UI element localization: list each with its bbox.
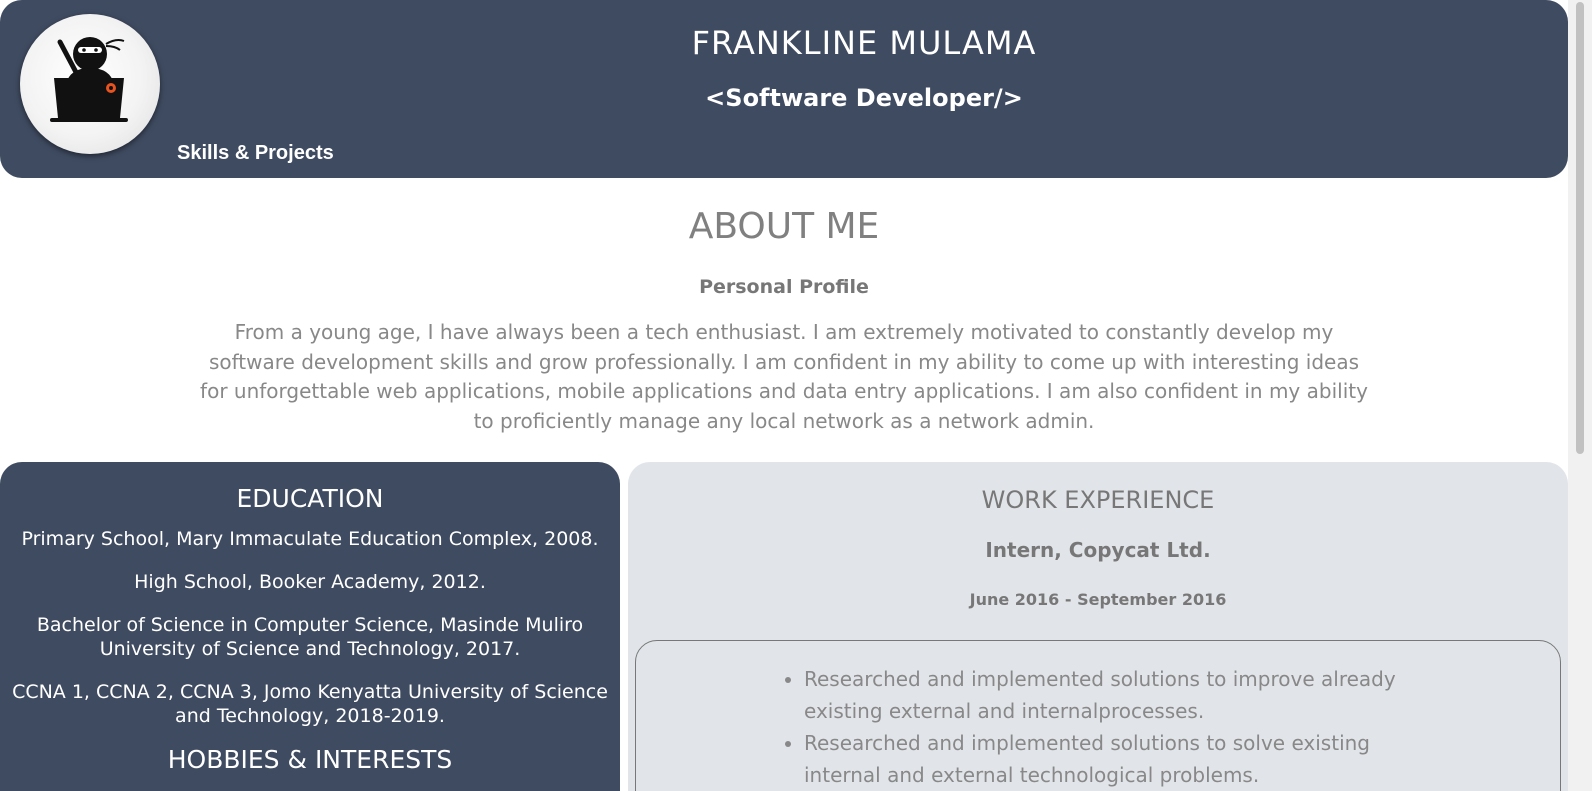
- work-experience-panel: WORK EXPERIENCE Intern, Copycat Ltd. Jun…: [628, 462, 1568, 791]
- duties-box: Researched and implemented solutions to …: [635, 640, 1561, 791]
- personal-profile-subheading: Personal Profile: [699, 276, 869, 298]
- job-title-tagline: <Software Developer/>: [705, 84, 1023, 112]
- education-heading: EDUCATION: [236, 484, 384, 513]
- education-item: CCNA 1, CCNA 2, CCNA 3, Jomo Kenyatta Un…: [12, 681, 608, 727]
- about-heading: ABOUT ME: [688, 206, 880, 247]
- education-item: Primary School, Mary Immaculate Educatio…: [21, 528, 599, 550]
- job-position: Intern, Copycat Ltd.: [985, 538, 1211, 562]
- vertical-scrollbar[interactable]: [1568, 0, 1592, 791]
- education-item: Bachelor of Science in Computer Science,…: [36, 614, 584, 660]
- resume-page: FRANKLINE MULAMA <Software Developer/> S…: [0, 0, 1568, 791]
- about-text: From a young age, I have always been a t…: [200, 320, 1368, 433]
- skills-projects-link[interactable]: Skills & Projects: [177, 142, 334, 165]
- work-experience-heading: WORK EXPERIENCE: [981, 486, 1215, 514]
- owner-name: FRANKLINE MULAMA: [691, 24, 1037, 62]
- education-item: High School, Booker Academy, 2012.: [134, 571, 486, 593]
- duties-list: Researched and implemented solutions to …: [784, 663, 1424, 791]
- scrollbar-thumb[interactable]: [1576, 2, 1584, 454]
- header: FRANKLINE MULAMA <Software Developer/> S…: [0, 0, 1568, 178]
- hobbies-heading: HOBBIES & INTERESTS: [167, 745, 453, 774]
- duty-item: Researched and implemented solutions to …: [804, 727, 1424, 791]
- education-panel: EDUCATION Primary School, Mary Immaculat…: [0, 462, 620, 791]
- job-dates: June 2016 - September 2016: [969, 590, 1227, 609]
- duty-item: Researched and implemented solutions to …: [804, 663, 1424, 727]
